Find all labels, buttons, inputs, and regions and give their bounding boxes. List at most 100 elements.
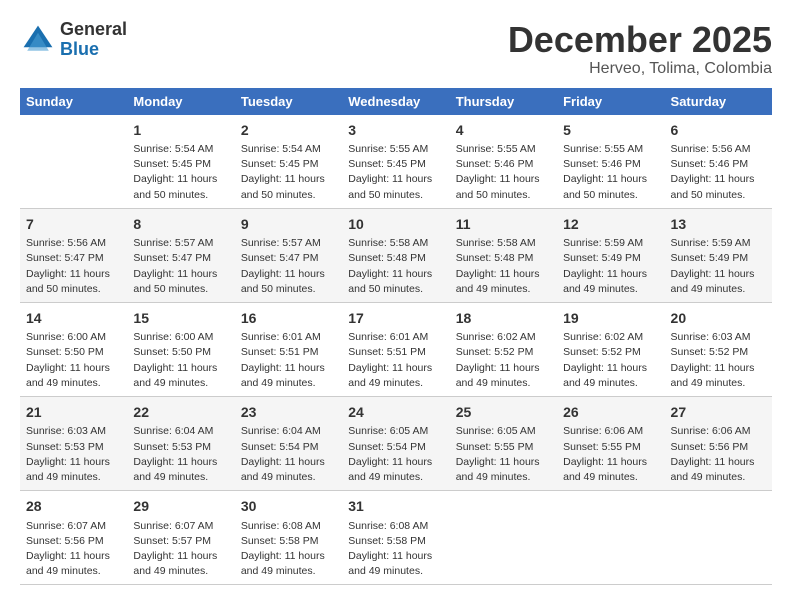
sunset-info: Sunset: 5:52 PM (671, 345, 766, 360)
calendar-cell: 12 Sunrise: 5:59 AM Sunset: 5:49 PM Dayl… (557, 208, 664, 302)
sunset-info: Sunset: 5:45 PM (133, 157, 228, 172)
day-number: 6 (671, 120, 766, 140)
daylight-info: Daylight: 11 hours and 49 minutes. (671, 455, 766, 485)
calendar-cell (450, 491, 557, 585)
weekday-header: Wednesday (342, 88, 449, 115)
sunrise-info: Sunrise: 5:54 AM (241, 142, 336, 157)
sunset-info: Sunset: 5:45 PM (241, 157, 336, 172)
daylight-info: Daylight: 11 hours and 49 minutes. (133, 455, 228, 485)
sunrise-info: Sunrise: 6:08 AM (348, 519, 443, 534)
sunrise-info: Sunrise: 6:06 AM (563, 424, 658, 439)
day-number: 20 (671, 308, 766, 328)
calendar-cell: 15 Sunrise: 6:00 AM Sunset: 5:50 PM Dayl… (127, 302, 234, 396)
calendar-cell: 22 Sunrise: 6:04 AM Sunset: 5:53 PM Dayl… (127, 397, 234, 491)
sunrise-info: Sunrise: 6:08 AM (241, 519, 336, 534)
daylight-info: Daylight: 11 hours and 49 minutes. (563, 455, 658, 485)
sunrise-info: Sunrise: 6:05 AM (348, 424, 443, 439)
day-number: 4 (456, 120, 551, 140)
day-number: 15 (133, 308, 228, 328)
day-number: 21 (26, 402, 121, 422)
sunrise-info: Sunrise: 6:01 AM (348, 330, 443, 345)
day-number: 3 (348, 120, 443, 140)
calendar-cell: 5 Sunrise: 5:55 AM Sunset: 5:46 PM Dayli… (557, 115, 664, 209)
day-number: 5 (563, 120, 658, 140)
sunset-info: Sunset: 5:53 PM (26, 440, 121, 455)
day-number: 29 (133, 496, 228, 516)
sunrise-info: Sunrise: 6:02 AM (456, 330, 551, 345)
day-number: 8 (133, 214, 228, 234)
sunrise-info: Sunrise: 5:56 AM (671, 142, 766, 157)
daylight-info: Daylight: 11 hours and 50 minutes. (26, 267, 121, 297)
sunset-info: Sunset: 5:56 PM (671, 440, 766, 455)
daylight-info: Daylight: 11 hours and 49 minutes. (133, 549, 228, 579)
day-number: 26 (563, 402, 658, 422)
calendar-cell: 18 Sunrise: 6:02 AM Sunset: 5:52 PM Dayl… (450, 302, 557, 396)
sunrise-info: Sunrise: 6:01 AM (241, 330, 336, 345)
calendar-week-row: 28 Sunrise: 6:07 AM Sunset: 5:56 PM Dayl… (20, 491, 772, 585)
sunset-info: Sunset: 5:48 PM (348, 251, 443, 266)
sunset-info: Sunset: 5:54 PM (348, 440, 443, 455)
day-number: 1 (133, 120, 228, 140)
day-number: 17 (348, 308, 443, 328)
calendar-cell (557, 491, 664, 585)
calendar-header-row: SundayMondayTuesdayWednesdayThursdayFrid… (20, 88, 772, 115)
sunrise-info: Sunrise: 5:58 AM (348, 236, 443, 251)
sunrise-info: Sunrise: 6:05 AM (456, 424, 551, 439)
day-number: 10 (348, 214, 443, 234)
sunrise-info: Sunrise: 6:03 AM (671, 330, 766, 345)
sunrise-info: Sunrise: 6:07 AM (133, 519, 228, 534)
sunset-info: Sunset: 5:55 PM (563, 440, 658, 455)
sunset-info: Sunset: 5:45 PM (348, 157, 443, 172)
calendar-cell: 31 Sunrise: 6:08 AM Sunset: 5:58 PM Dayl… (342, 491, 449, 585)
sunrise-info: Sunrise: 5:59 AM (563, 236, 658, 251)
sunrise-info: Sunrise: 6:04 AM (241, 424, 336, 439)
sunset-info: Sunset: 5:46 PM (671, 157, 766, 172)
daylight-info: Daylight: 11 hours and 49 minutes. (456, 455, 551, 485)
sunrise-info: Sunrise: 5:54 AM (133, 142, 228, 157)
calendar-cell: 21 Sunrise: 6:03 AM Sunset: 5:53 PM Dayl… (20, 397, 127, 491)
calendar-cell: 24 Sunrise: 6:05 AM Sunset: 5:54 PM Dayl… (342, 397, 449, 491)
calendar-table: SundayMondayTuesdayWednesdayThursdayFrid… (20, 88, 772, 586)
sunset-info: Sunset: 5:46 PM (563, 157, 658, 172)
day-number: 7 (26, 214, 121, 234)
sunset-info: Sunset: 5:47 PM (241, 251, 336, 266)
sunset-info: Sunset: 5:51 PM (241, 345, 336, 360)
sunset-info: Sunset: 5:53 PM (133, 440, 228, 455)
calendar-cell: 29 Sunrise: 6:07 AM Sunset: 5:57 PM Dayl… (127, 491, 234, 585)
sunset-info: Sunset: 5:48 PM (456, 251, 551, 266)
calendar-cell: 11 Sunrise: 5:58 AM Sunset: 5:48 PM Dayl… (450, 208, 557, 302)
sunset-info: Sunset: 5:50 PM (26, 345, 121, 360)
daylight-info: Daylight: 11 hours and 49 minutes. (563, 361, 658, 391)
calendar-cell: 19 Sunrise: 6:02 AM Sunset: 5:52 PM Dayl… (557, 302, 664, 396)
sunset-info: Sunset: 5:49 PM (671, 251, 766, 266)
sunset-info: Sunset: 5:50 PM (133, 345, 228, 360)
calendar-cell: 9 Sunrise: 5:57 AM Sunset: 5:47 PM Dayli… (235, 208, 342, 302)
calendar-cell: 25 Sunrise: 6:05 AM Sunset: 5:55 PM Dayl… (450, 397, 557, 491)
calendar-cell: 30 Sunrise: 6:08 AM Sunset: 5:58 PM Dayl… (235, 491, 342, 585)
sunrise-info: Sunrise: 6:04 AM (133, 424, 228, 439)
daylight-info: Daylight: 11 hours and 49 minutes. (456, 361, 551, 391)
day-number: 22 (133, 402, 228, 422)
title-block: December 2025 Herveo, Tolima, Colombia (508, 20, 772, 78)
sunset-info: Sunset: 5:54 PM (241, 440, 336, 455)
sunset-info: Sunset: 5:56 PM (26, 534, 121, 549)
sunrise-info: Sunrise: 6:03 AM (26, 424, 121, 439)
day-number: 23 (241, 402, 336, 422)
daylight-info: Daylight: 11 hours and 50 minutes. (241, 172, 336, 202)
sunset-info: Sunset: 5:58 PM (348, 534, 443, 549)
sunrise-info: Sunrise: 5:55 AM (348, 142, 443, 157)
calendar-cell (665, 491, 772, 585)
daylight-info: Daylight: 11 hours and 50 minutes. (348, 172, 443, 202)
daylight-info: Daylight: 11 hours and 49 minutes. (348, 455, 443, 485)
calendar-cell (20, 115, 127, 209)
day-number: 28 (26, 496, 121, 516)
daylight-info: Daylight: 11 hours and 49 minutes. (133, 361, 228, 391)
calendar-week-row: 1 Sunrise: 5:54 AM Sunset: 5:45 PM Dayli… (20, 115, 772, 209)
day-number: 14 (26, 308, 121, 328)
daylight-info: Daylight: 11 hours and 49 minutes. (26, 361, 121, 391)
sunrise-info: Sunrise: 5:56 AM (26, 236, 121, 251)
daylight-info: Daylight: 11 hours and 49 minutes. (348, 549, 443, 579)
calendar-cell: 6 Sunrise: 5:56 AM Sunset: 5:46 PM Dayli… (665, 115, 772, 209)
sunrise-info: Sunrise: 6:00 AM (26, 330, 121, 345)
logo-icon (20, 22, 56, 58)
